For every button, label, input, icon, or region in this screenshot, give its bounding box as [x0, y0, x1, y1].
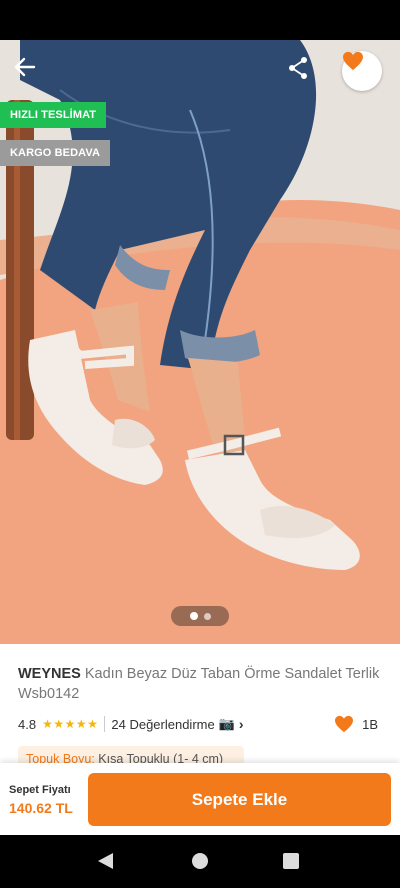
nav-recents-icon[interactable]	[283, 853, 299, 869]
product-brand[interactable]: WEYNES	[18, 666, 81, 682]
review-count: 24 Değerlendirme	[111, 716, 215, 732]
rating-value: 4.8	[18, 716, 37, 732]
divider	[104, 716, 106, 732]
likes[interactable]: 1B	[334, 715, 378, 733]
arrow-left-icon	[14, 57, 36, 77]
nav-back-icon[interactable]	[98, 853, 113, 869]
share-button[interactable]	[287, 56, 319, 86]
free-cargo-badge: KARGO BEDAVA	[0, 140, 111, 166]
product-image-gallery[interactable]: HIZLI TESLİMAT KARGO BEDAVA	[0, 40, 400, 644]
product-title: WEYNES Kadın Beyaz Düz Taban Örme Sandal…	[18, 664, 382, 704]
product-photo	[0, 40, 400, 644]
heart-icon	[335, 715, 354, 733]
nav-home-icon[interactable]	[192, 853, 208, 869]
pager-dot-active	[189, 612, 198, 620]
camera-icon: 📷	[218, 716, 235, 731]
status-bar	[0, 0, 400, 40]
product-detail-screen: HIZLI TESLİMAT KARGO BEDAVA WEYNES Kadın…	[0, 40, 400, 835]
checkout-bar: Sepet Fiyatı 140.62 TL Sepete Ekle	[0, 763, 400, 835]
add-to-cart-button[interactable]: Sepete Ekle	[88, 773, 391, 826]
rating-row: 4.8 ★★★★★ 24 Değerlendirme 📷 › 1B	[18, 712, 382, 736]
chevron-right-icon: ›	[238, 716, 244, 732]
share-icon	[289, 57, 307, 79]
price-label: Sepet Fiyatı	[9, 784, 71, 796]
price-value: 140.62 TL	[9, 800, 73, 816]
gallery-pager[interactable]	[171, 606, 229, 626]
pager-dot	[203, 612, 211, 620]
system-navigation-bar	[0, 835, 400, 888]
back-button[interactable]	[14, 56, 48, 86]
likes-count: 1B	[362, 716, 378, 732]
reviews-link[interactable]: 24 Değerlendirme 📷 ›	[111, 716, 243, 732]
favorite-button[interactable]	[342, 51, 382, 91]
fast-delivery-badge: HIZLI TESLİMAT	[0, 102, 107, 128]
heart-icon	[343, 51, 363, 71]
rating-stars: ★★★★★	[42, 717, 99, 731]
